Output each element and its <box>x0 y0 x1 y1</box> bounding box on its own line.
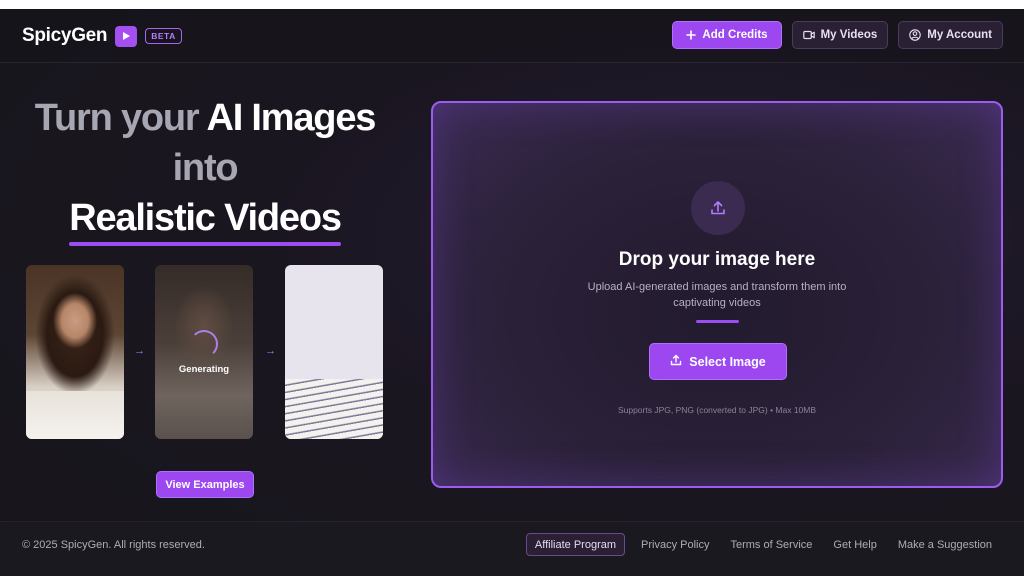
sample-strip: → Generating → <box>26 265 386 439</box>
view-examples-button[interactable]: View Examples <box>156 471 254 498</box>
my-account-button[interactable]: My Account <box>898 21 1003 49</box>
add-credits-button[interactable]: Add Credits <box>672 21 782 49</box>
hero-heading: Turn your AI Images into Realistic Video… <box>0 93 410 246</box>
spinner-icon <box>190 329 218 358</box>
logo[interactable]: SpicyGen BETA <box>22 25 182 47</box>
select-image-button[interactable]: Select Image <box>649 343 787 380</box>
top-header: SpicyGen BETA Add Credits My Videos My A… <box>0 9 1024 63</box>
generating-overlay: Generating <box>155 265 253 439</box>
hero-white-text: AI Images <box>206 97 376 139</box>
sample-generating-image: Generating <box>155 265 253 439</box>
hero-line-2: into <box>172 147 239 189</box>
add-credits-label: Add Credits <box>702 29 768 41</box>
upload-icon <box>670 354 682 369</box>
dropzone-subtitle: Upload AI-generated images and transform… <box>587 281 847 309</box>
header-nav: Add Credits My Videos My Account <box>672 21 1003 49</box>
hero-highlight: Realistic Videos <box>69 193 342 246</box>
affiliate-program-link[interactable]: Affiliate Program <box>525 533 626 556</box>
get-help-link[interactable]: Get Help <box>828 539 881 551</box>
hero-underline <box>69 242 341 246</box>
terms-of-service-link[interactable]: Terms of Service <box>725 539 817 551</box>
play-icon <box>115 25 138 47</box>
image-dropzone[interactable]: Drop your image here Upload AI-generated… <box>431 101 1003 488</box>
sample-output-video <box>285 265 383 439</box>
arrow-right-icon: → <box>265 345 276 357</box>
hero-line-3: Realistic Videos <box>0 193 410 246</box>
file-support-note: Supports JPG, PNG (converted to JPG) • M… <box>617 405 817 415</box>
dropzone-title: Drop your image here <box>618 249 816 270</box>
page-footer: © 2025 SpicyGen. All rights reserved. Af… <box>0 521 1024 576</box>
dropzone-divider <box>696 320 739 323</box>
logo-text: SpicyGen <box>22 25 108 46</box>
my-videos-label: My Videos <box>820 29 878 41</box>
hero-line-1: Turn your AI Images <box>0 93 410 143</box>
beta-badge: BETA <box>145 28 182 44</box>
my-videos-button[interactable]: My Videos <box>791 21 889 49</box>
generating-label: Generating <box>178 363 230 375</box>
user-circle-icon <box>909 29 921 41</box>
hero-grey-text: Turn your <box>34 97 200 139</box>
sample-input-image <box>26 265 124 439</box>
arrow-right-icon: → <box>134 345 145 357</box>
make-suggestion-link[interactable]: Make a Suggestion <box>893 539 997 551</box>
app-root: SpicyGen BETA Add Credits My Videos My A… <box>0 9 1024 576</box>
privacy-policy-link[interactable]: Privacy Policy <box>636 539 714 551</box>
copyright-text: © 2025 SpicyGen. All rights reserved. <box>22 539 205 551</box>
upload-icon <box>691 181 745 235</box>
video-camera-icon <box>802 30 815 40</box>
hero-highlight-text: Realistic Videos <box>69 197 342 239</box>
footer-links: Affiliate Program Privacy Policy Terms o… <box>525 533 997 556</box>
my-account-label: My Account <box>927 29 992 41</box>
select-image-label: Select Image <box>689 354 766 369</box>
plus-icon <box>686 30 697 40</box>
